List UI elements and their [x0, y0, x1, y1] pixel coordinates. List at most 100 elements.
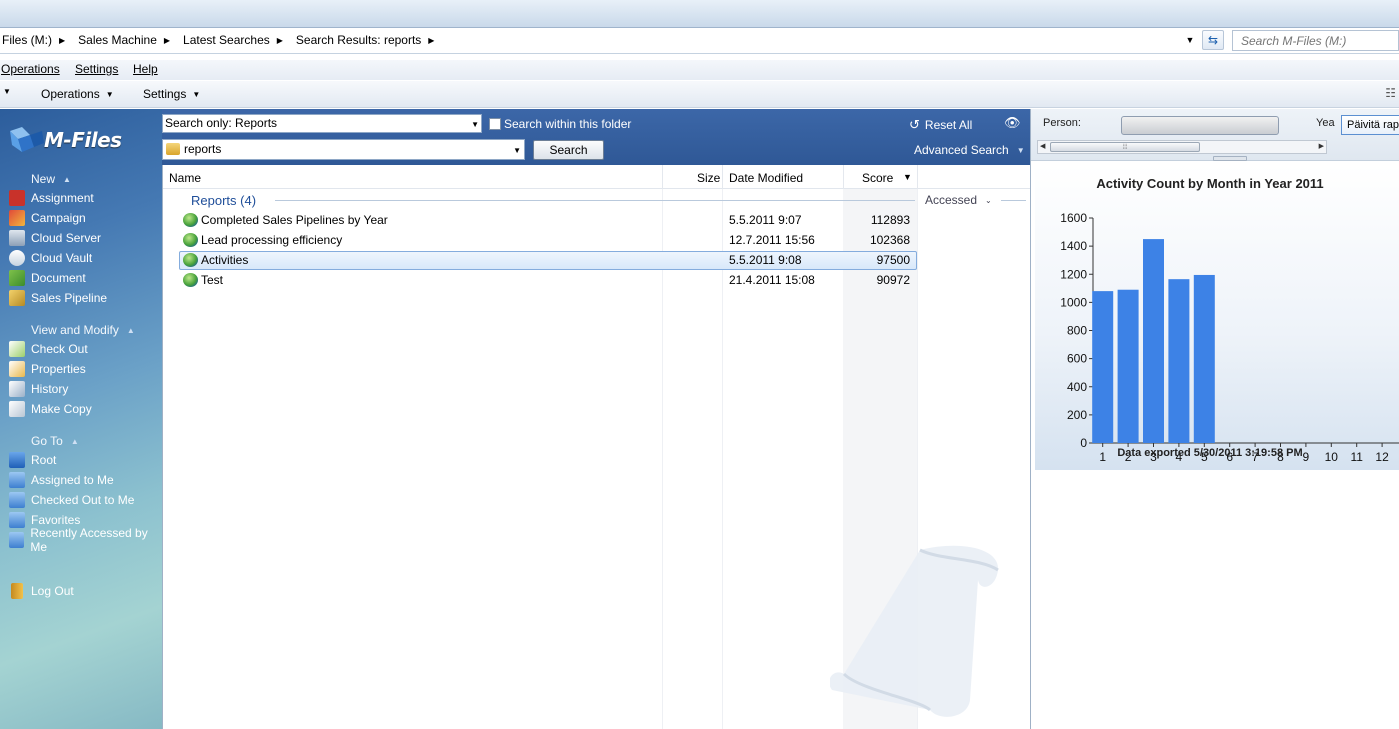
task-new-cloud-vault[interactable]: Cloud Vault — [9, 249, 92, 267]
breadcrumb-label: Files (M:) — [2, 33, 52, 47]
task-new-sales-pipeline[interactable]: Sales Pipeline — [9, 289, 107, 307]
table-row[interactable]: Lead processing efficiency 12.7.2011 15:… — [179, 231, 917, 250]
task-history[interactable]: History — [9, 380, 68, 398]
section-view-modify-header[interactable]: View and Modify ▲ — [31, 323, 135, 337]
address-search-input[interactable] — [1233, 31, 1398, 50]
section-new-header[interactable]: New ▲ — [31, 172, 71, 186]
column-header-row: Name Size Date Modified Score ▼ — [163, 165, 1031, 189]
toolbar-settings-button[interactable]: Settings ▼ — [143, 87, 200, 101]
address-history-dropdown[interactable]: ▼ — [1182, 32, 1198, 48]
search-tag-icon — [166, 143, 180, 155]
folder-icon — [9, 532, 25, 548]
section-go-to-header[interactable]: Go To ▲ — [31, 434, 79, 448]
chevron-down-icon[interactable]: ▼ — [471, 116, 479, 133]
table-row[interactable]: Test 21.4.2011 15:08 90972 — [179, 271, 917, 290]
column-divider[interactable] — [722, 165, 723, 189]
accessed-group-toggle[interactable]: Accessed ⌄ — [925, 193, 992, 207]
resize-grip[interactable] — [1213, 156, 1247, 161]
chevron-down-icon[interactable]: ▼ — [513, 141, 521, 160]
filter-horizontal-scrollbar[interactable]: ◀ ⦙⦙⦙ ▶ — [1037, 140, 1327, 154]
chevron-down-icon: ▼ — [3, 87, 11, 96]
sort-descending-icon[interactable]: ▼ — [903, 172, 912, 182]
task-go-root[interactable]: Root — [9, 451, 56, 469]
chart-bar — [1117, 289, 1139, 443]
toolbar-left-dropdown[interactable]: ▼ — [3, 87, 11, 96]
column-divider[interactable] — [843, 165, 844, 189]
scrollbar-thumb[interactable]: ⦙⦙⦙ — [1050, 142, 1200, 152]
task-go-recently-accessed[interactable]: Recently Accessed by Me — [9, 526, 162, 554]
eye-icon[interactable]: 👁 — [1004, 115, 1021, 131]
document-icon — [9, 270, 25, 286]
menu-bar: Operations Settings Help — [0, 60, 1399, 80]
search-scope-select[interactable]: Search only: Reports ▼ — [162, 114, 482, 133]
column-divider[interactable] — [917, 165, 918, 189]
column-divider[interactable] — [662, 165, 663, 189]
search-query-value: reports — [184, 142, 222, 156]
menu-operations[interactable]: Operations — [1, 62, 60, 76]
task-make-copy[interactable]: Make Copy — [9, 400, 92, 418]
chevron-up-icon[interactable]: ▲ — [127, 326, 135, 335]
logo-text: M-Files — [44, 128, 122, 152]
chevron-right-icon[interactable]: ▶ — [277, 36, 283, 45]
breadcrumb: Files (M:) ▶ Sales Machine ▶ Latest Search… — [0, 28, 445, 52]
group-header-reports[interactable]: Reports (4) — [191, 193, 256, 208]
y-tick-label: 600 — [1067, 352, 1087, 366]
breadcrumb-item[interactable]: Search Results: reports ▶ — [294, 33, 446, 47]
task-new-cloud-server[interactable]: Cloud Server — [9, 229, 101, 247]
year-filter-label: Yea — [1316, 117, 1335, 129]
search-within-folder-checkbox[interactable]: Search within this folder — [489, 117, 631, 131]
y-tick-label: 1600 — [1060, 211, 1087, 225]
section-title: New — [31, 172, 56, 186]
chevron-down-icon: ⌄ — [985, 195, 992, 205]
task-label: Sales Pipeline — [31, 291, 108, 305]
chart-bar — [1092, 291, 1114, 443]
reset-all-button[interactable]: ↺ Reset All — [909, 117, 972, 133]
view-mode-icon[interactable]: ☷ — [1385, 86, 1396, 100]
table-row[interactable]: Completed Sales Pipelines by Year 5.5.20… — [179, 211, 917, 230]
chevron-right-icon[interactable]: ▶ — [59, 36, 65, 45]
table-row-selected[interactable]: Activities 5.5.2011 9:08 97500 — [179, 251, 917, 270]
column-header-name[interactable]: Name — [169, 171, 201, 185]
task-new-campaign[interactable]: Campaign — [9, 209, 86, 227]
menu-settings[interactable]: Settings — [75, 62, 118, 76]
person-filter-label: Person: — [1043, 117, 1081, 129]
scroll-right-icon[interactable]: ▶ — [1319, 142, 1324, 150]
row-score: 97500 — [876, 253, 910, 267]
breadcrumb-item[interactable]: Sales Machine ▶ — [76, 33, 181, 47]
task-properties[interactable]: Properties — [9, 360, 86, 378]
task-check-out[interactable]: Check Out — [9, 340, 88, 358]
row-score: 102368 — [869, 233, 910, 247]
toolbar-operations-button[interactable]: Operations ▼ — [41, 87, 114, 101]
chevron-right-icon[interactable]: ▶ — [428, 36, 434, 45]
refresh-icon[interactable]: ⇆ — [1202, 30, 1224, 50]
search-scope-value: Search only: Reports — [165, 116, 278, 130]
chart-bar — [1143, 239, 1164, 443]
chart-bar — [1168, 279, 1190, 443]
task-new-assignment[interactable]: Assignment — [9, 189, 94, 207]
column-header-date-modified[interactable]: Date Modified — [729, 171, 803, 185]
breadcrumb-item[interactable]: Latest Searches ▶ — [181, 33, 294, 47]
reset-all-label: Reset All — [924, 118, 973, 132]
column-header-size[interactable]: Size — [697, 171, 720, 185]
task-go-assigned-to-me[interactable]: Assigned to Me — [9, 471, 114, 489]
address-search-box[interactable] — [1232, 30, 1399, 51]
advanced-search-toggle[interactable]: Advanced Search ▼ — [914, 143, 1025, 157]
chevron-up-icon[interactable]: ▲ — [71, 437, 79, 446]
checkbox[interactable] — [489, 118, 501, 130]
chevron-up-icon[interactable]: ▲ — [63, 175, 71, 184]
search-query-input[interactable]: reports ▼ — [162, 139, 525, 160]
task-new-document[interactable]: Document — [9, 269, 86, 287]
make-copy-icon — [9, 401, 25, 417]
assignment-icon — [9, 190, 25, 206]
scroll-left-icon[interactable]: ◀ — [1040, 142, 1045, 150]
chevron-right-icon[interactable]: ▶ — [164, 36, 170, 45]
task-log-out[interactable]: Log Out — [9, 582, 74, 600]
update-report-button[interactable]: Päivitä rapo — [1341, 115, 1399, 135]
report-icon — [183, 273, 198, 287]
search-button[interactable]: Search — [533, 140, 604, 160]
breadcrumb-item[interactable]: Files (M:) ▶ — [0, 33, 76, 47]
column-header-score[interactable]: Score — [862, 171, 893, 185]
task-go-checked-out-to-me[interactable]: Checked Out to Me — [9, 491, 134, 509]
person-filter-select[interactable] — [1121, 116, 1279, 135]
menu-help[interactable]: Help — [133, 62, 158, 76]
